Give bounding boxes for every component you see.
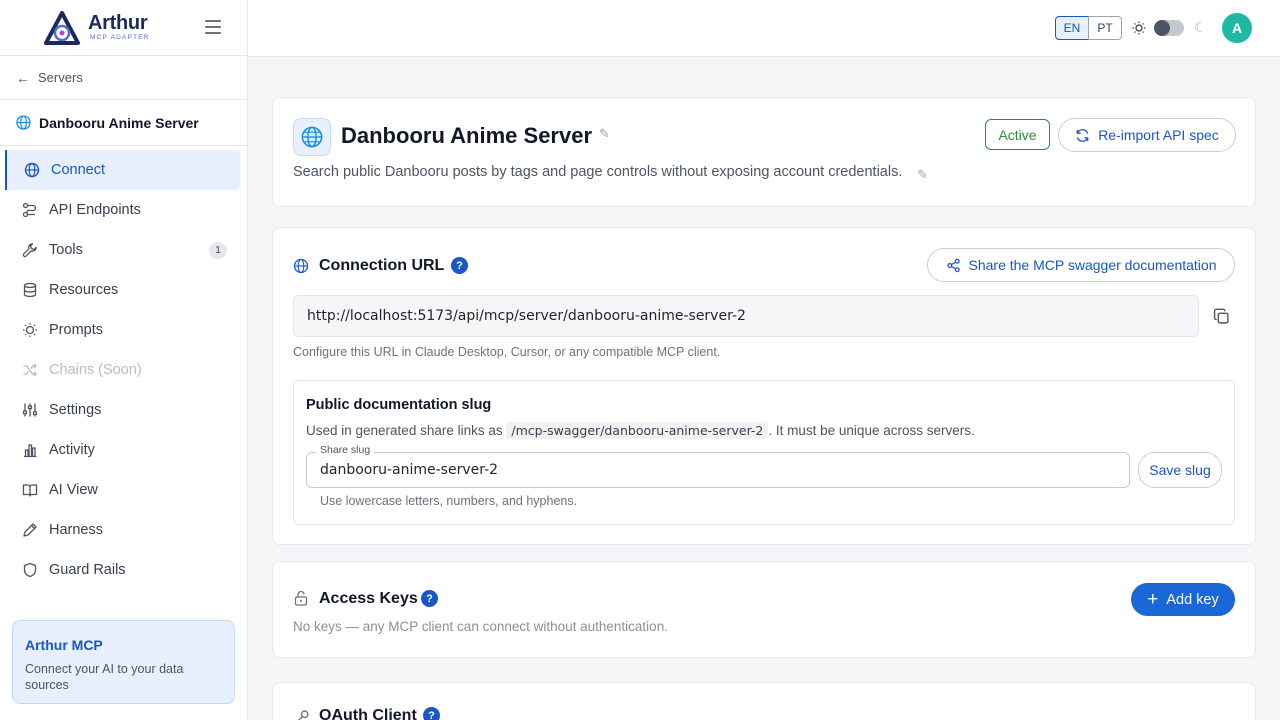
sidebar-item-resources[interactable]: Resources bbox=[0, 270, 247, 310]
sidebar-item-chains: Chains (Soon) bbox=[0, 350, 247, 390]
status-badge: Active bbox=[985, 119, 1050, 150]
help-icon[interactable]: ? bbox=[421, 590, 438, 607]
sidebar-item-settings[interactable]: Settings bbox=[0, 390, 247, 430]
current-server-name: Danbooru Anime Server bbox=[39, 114, 199, 131]
language-pt-button[interactable]: PT bbox=[1088, 16, 1122, 40]
copy-icon[interactable] bbox=[1213, 308, 1230, 325]
refresh-icon bbox=[1076, 128, 1089, 142]
public-slug-panel: Public documentation slug Used in genera… bbox=[293, 380, 1235, 525]
moon-icon: ☾ bbox=[1194, 19, 1207, 35]
avatar[interactable]: A bbox=[1222, 13, 1252, 43]
promo-text: Connect your AI to your data sources bbox=[25, 662, 184, 692]
slug-hint: Use lowercase letters, numbers, and hyph… bbox=[320, 494, 578, 508]
access-keys-card: Access Keys ? No keys — any MCP client c… bbox=[272, 561, 1256, 658]
shuffle-icon bbox=[22, 362, 38, 378]
access-keys-title: Access Keys bbox=[319, 590, 418, 607]
theme-toggle[interactable] bbox=[1154, 20, 1184, 36]
sidebar-item-activity[interactable]: Activity bbox=[0, 430, 247, 470]
share-slug-input[interactable]: danbooru-anime-server-2 bbox=[306, 452, 1130, 488]
slug-description: Used in generated share links as /mcp-sw… bbox=[306, 422, 975, 439]
server-globe-icon bbox=[293, 118, 331, 156]
sidebar-item-label: API Endpoints bbox=[49, 202, 141, 218]
save-slug-button[interactable]: Save slug bbox=[1138, 452, 1222, 488]
server-title: Danbooru Anime Server bbox=[341, 123, 593, 148]
sidebar: Arthur MCP ADAPTER ← Servers Danbooru An… bbox=[0, 0, 248, 720]
brand-subtitle: MCP ADAPTER bbox=[90, 34, 150, 42]
tools-count-badge: 1 bbox=[209, 242, 227, 259]
share-slug-label: Share slug bbox=[316, 444, 375, 456]
promo-title: Arthur MCP bbox=[25, 637, 103, 653]
logo-row: Arthur MCP ADAPTER bbox=[0, 0, 247, 56]
database-icon bbox=[22, 282, 38, 298]
brand-name: Arthur bbox=[88, 12, 148, 35]
route-icon bbox=[22, 202, 38, 218]
connection-url-title: Connection URL bbox=[319, 257, 445, 274]
arthur-logo-icon bbox=[44, 10, 80, 45]
sidebar-item-prompts[interactable]: Prompts bbox=[0, 310, 247, 350]
back-label: Servers bbox=[38, 70, 83, 85]
sidebar-item-label: Chains (Soon) bbox=[49, 362, 142, 378]
sidebar-item-label: Activity bbox=[49, 442, 95, 458]
back-to-servers-link[interactable]: ← Servers bbox=[0, 56, 247, 100]
sidebar-item-label: Tools bbox=[49, 242, 83, 258]
pen-icon bbox=[22, 522, 38, 538]
connection-url-card: Connection URL ? Share the MCP swagger d… bbox=[272, 227, 1256, 545]
book-icon bbox=[22, 482, 38, 498]
slug-path: /mcp-swagger/danbooru-anime-server-2 bbox=[506, 422, 769, 439]
add-key-label: Add key bbox=[1166, 591, 1219, 608]
globe-icon bbox=[16, 115, 31, 130]
globe-icon bbox=[24, 162, 40, 178]
sidebar-item-guard-rails[interactable]: Guard Rails bbox=[0, 550, 247, 590]
wrench-icon bbox=[22, 242, 38, 258]
lock-icon bbox=[294, 590, 308, 606]
arrow-left-icon: ← bbox=[16, 69, 30, 86]
help-icon[interactable]: ? bbox=[423, 707, 440, 720]
access-keys-empty: No keys — any MCP client can connect wit… bbox=[293, 619, 668, 634]
language-en-button[interactable]: EN bbox=[1055, 16, 1089, 40]
oauth-client-title: OAuth Client bbox=[319, 707, 417, 720]
server-header-card: Danbooru Anime Server ✎ Search public Da… bbox=[272, 97, 1256, 207]
sidebar-item-ai-view[interactable]: AI View bbox=[0, 470, 247, 510]
reimport-label: Re-import API spec bbox=[1098, 127, 1219, 143]
reimport-api-spec-button[interactable]: Re-import API spec bbox=[1058, 118, 1236, 152]
sidebar-item-connect[interactable]: Connect bbox=[5, 150, 240, 190]
bar-chart-icon bbox=[22, 442, 38, 458]
menu-toggle-icon[interactable] bbox=[205, 20, 221, 34]
connection-url-hint: Configure this URL in Claude Desktop, Cu… bbox=[293, 345, 721, 359]
sidebar-item-harness[interactable]: Harness bbox=[0, 510, 247, 550]
share-swagger-button[interactable]: Share the MCP swagger documentation bbox=[927, 248, 1235, 282]
sidebar-item-label: Prompts bbox=[49, 322, 103, 338]
lightbulb-icon bbox=[22, 322, 38, 338]
slug-title: Public documentation slug bbox=[306, 397, 492, 413]
edit-title-icon[interactable]: ✎ bbox=[599, 126, 610, 142]
globe-icon bbox=[293, 258, 309, 274]
server-description: Search public Danbooru posts by tags and… bbox=[293, 164, 903, 180]
sidebar-nav: Connect API Endpoints Tools 1 Resources … bbox=[0, 146, 247, 590]
top-bar: EN PT ☾ A bbox=[248, 0, 1280, 57]
sidebar-item-label: Resources bbox=[49, 282, 119, 298]
edit-description-icon[interactable]: ✎ bbox=[917, 167, 928, 183]
current-server: Danbooru Anime Server bbox=[0, 100, 247, 146]
slug-desc-before: Used in generated share links as bbox=[306, 423, 503, 438]
sidebar-item-label: AI View bbox=[49, 482, 98, 498]
add-key-button[interactable]: + Add key bbox=[1131, 583, 1235, 616]
share-label: Share the MCP swagger documentation bbox=[968, 257, 1217, 273]
sun-icon bbox=[1132, 21, 1146, 35]
help-icon[interactable]: ? bbox=[451, 257, 468, 274]
sidebar-item-label: Harness bbox=[49, 522, 103, 538]
sidebar-item-tools[interactable]: Tools 1 bbox=[0, 230, 247, 270]
sidebar-item-label: Connect bbox=[51, 162, 106, 178]
sidebar-item-label: Guard Rails bbox=[49, 562, 126, 578]
connection-url-field[interactable]: http://localhost:5173/api/mcp/server/dan… bbox=[293, 295, 1199, 337]
sidebar-item-api-endpoints[interactable]: API Endpoints bbox=[0, 190, 247, 230]
sidebar-item-label: Settings bbox=[49, 402, 102, 418]
sliders-icon bbox=[22, 402, 38, 418]
share-icon bbox=[946, 258, 960, 272]
promo-card: Arthur MCP Connect your AI to your data … bbox=[12, 620, 235, 704]
key-icon bbox=[298, 710, 309, 720]
plus-icon: + bbox=[1147, 589, 1159, 610]
oauth-client-card: OAuth Client ? bbox=[272, 682, 1256, 720]
slug-desc-after: . It must be unique across servers. bbox=[768, 423, 975, 438]
shield-icon bbox=[22, 562, 38, 578]
